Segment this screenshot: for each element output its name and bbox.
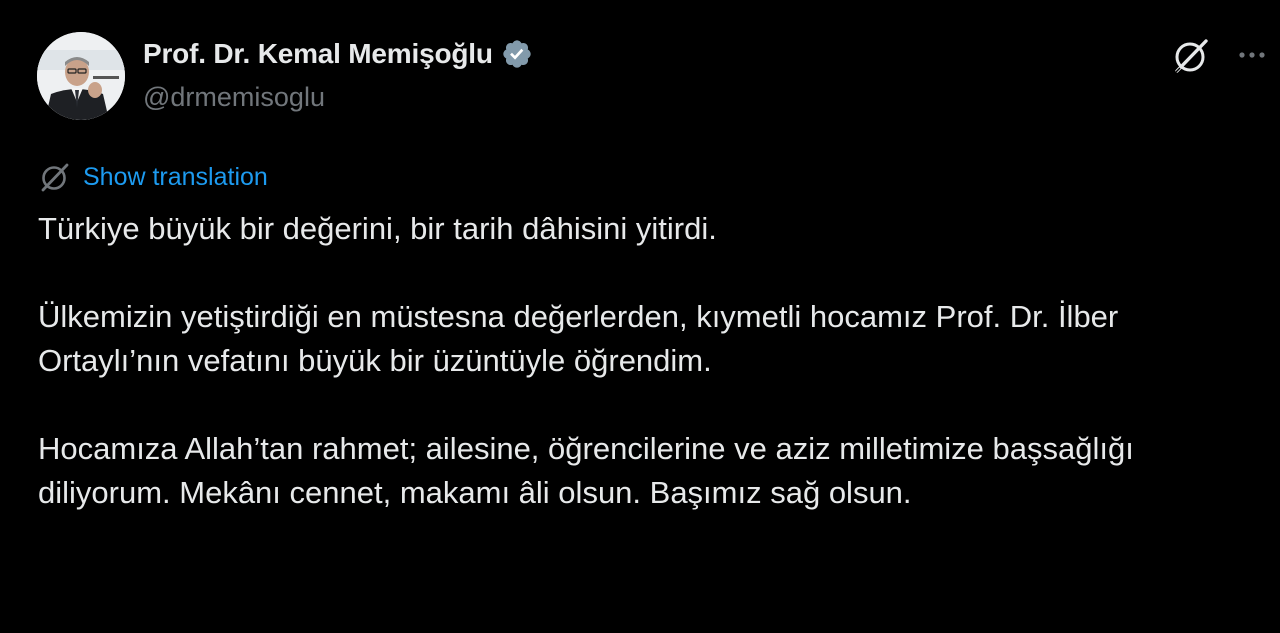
more-options-icon[interactable] <box>1232 38 1272 72</box>
show-translation-link[interactable]: Show translation <box>83 163 268 192</box>
author-name-row: Prof. Dr. Kemal Memişoğlu <box>143 36 533 72</box>
translation-row: Show translation <box>38 160 268 194</box>
author-display-name[interactable]: Prof. Dr. Kemal Memişoğlu <box>143 38 493 70</box>
tweet-paragraph-1: Türkiye büyük bir değerini, bir tarih dâ… <box>38 211 717 246</box>
verified-badge-icon[interactable] <box>501 38 533 70</box>
author-handle[interactable]: @drmemisoglu <box>143 82 325 113</box>
avatar[interactable] <box>37 32 125 120</box>
tweet: Prof. Dr. Kemal Memişoğlu @drmemisoglu S… <box>0 0 1280 633</box>
grok-icon[interactable] <box>1170 35 1212 77</box>
translate-icon <box>38 160 72 194</box>
avatar-photo <box>37 32 125 120</box>
tweet-paragraph-3: Hocamıza Allah’tan rahmet; ailesine, öğr… <box>38 431 1134 510</box>
tweet-text: Türkiye büyük bir değerini, bir tarih dâ… <box>38 207 1253 559</box>
tweet-paragraph-2: Ülkemizin yetiştirdiği en müstesna değer… <box>38 299 1119 378</box>
